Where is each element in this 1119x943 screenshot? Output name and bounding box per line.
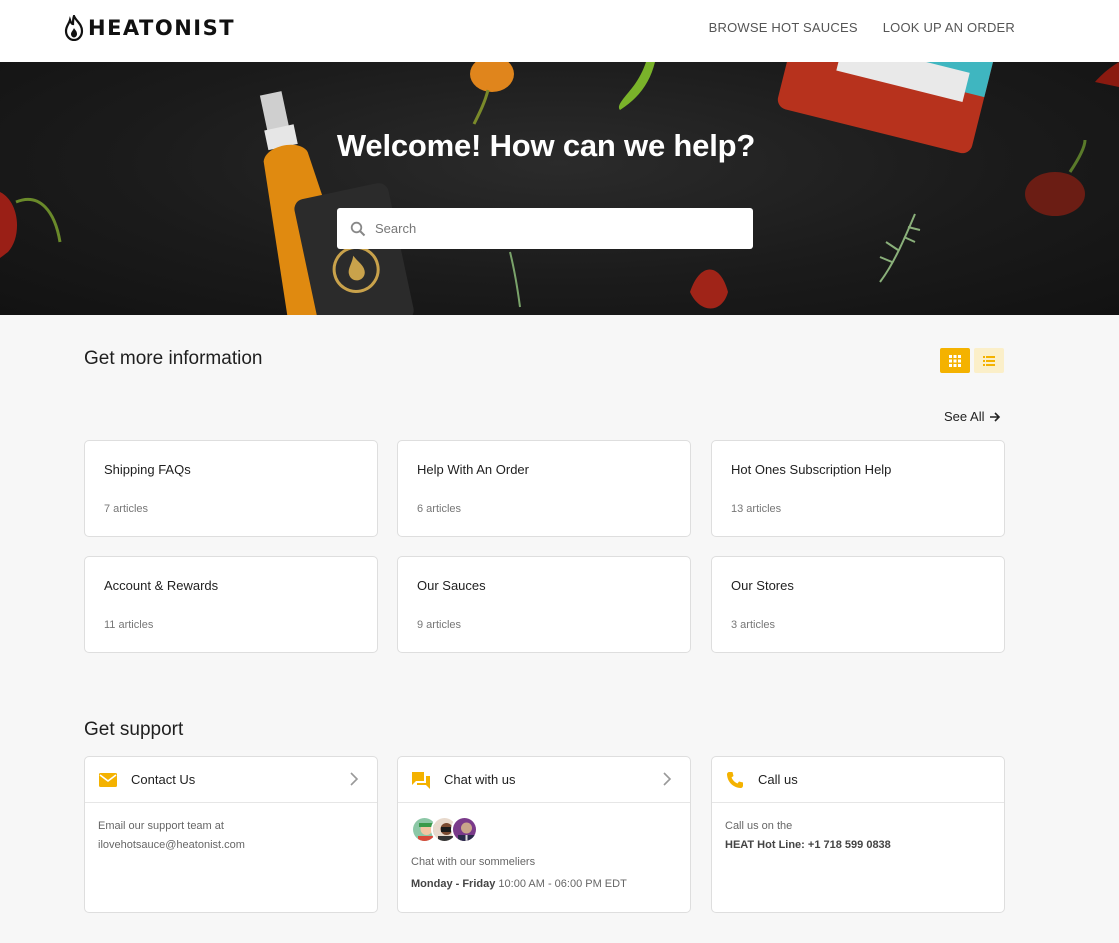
contact-us-header[interactable]: Contact Us	[85, 757, 377, 803]
chat-hours: Monday - Friday 10:00 AM - 06:00 PM EDT	[411, 875, 677, 894]
hero-background-image	[0, 62, 1119, 315]
hot-line-label: HEAT Hot Line:	[725, 839, 805, 851]
chat-description: Chat with our sommeliers	[411, 856, 536, 868]
see-all-link[interactable]: See All	[944, 409, 1001, 424]
contact-us-text: Email our support team at	[98, 820, 224, 832]
hot-line: HEAT Hot Line: +1 718 599 0838	[725, 836, 991, 855]
call-us-header[interactable]: Call us	[712, 757, 1004, 803]
category-article-count: 13 articles	[731, 503, 782, 515]
grid-view-button[interactable]	[940, 348, 970, 373]
chat-time-range: 10:00 AM - 06:00 PM EDT	[498, 878, 627, 890]
chat-with-us-title: Chat with us	[444, 772, 516, 787]
category-article-count: 3 articles	[731, 619, 776, 631]
category-title: Hot Ones Subscription Help	[731, 462, 892, 477]
chat-days: Monday - Friday	[411, 878, 496, 890]
chat-with-us-header[interactable]: Chat with us	[398, 757, 690, 803]
hot-line-number[interactable]: +1 718 599 0838	[808, 839, 891, 851]
support-email[interactable]: ilovehotsauce@heatonist.com	[98, 836, 364, 855]
chat-with-us-body: Chat with our sommeliers Monday - Friday…	[398, 803, 690, 894]
category-article-count: 11 articles	[104, 619, 154, 631]
nav-browse-hot-sauces[interactable]: BROWSE HOT SAUCES	[709, 20, 858, 35]
support-section-title: Get support	[84, 719, 184, 740]
logo-wordmark: HEATONIST	[88, 16, 236, 40]
category-card-our-sauces[interactable]: Our Sauces 9 articles	[397, 556, 691, 653]
category-card-help-with-order[interactable]: Help With An Order 6 articles	[397, 440, 691, 537]
search-box[interactable]	[337, 208, 753, 249]
heatonist-logo[interactable]: HEATONIST	[64, 14, 235, 42]
flame-logo-icon	[64, 15, 84, 41]
search-icon	[350, 221, 366, 236]
category-article-count: 6 articles	[417, 503, 462, 515]
arrow-right-icon	[990, 411, 1001, 422]
search-input[interactable]	[375, 221, 735, 236]
see-all-label: See All	[944, 409, 985, 424]
contact-us-card[interactable]: Contact Us Email our support team at ilo…	[84, 756, 378, 913]
list-view-icon	[983, 355, 995, 366]
category-article-count: 7 articles	[104, 503, 149, 515]
view-toggle	[940, 348, 1004, 375]
sommelier-avatars	[411, 816, 677, 843]
info-section-title: Get more information	[84, 348, 263, 369]
chat-icon	[411, 770, 431, 790]
call-us-body: Call us on the HEAT Hot Line: +1 718 599…	[712, 803, 1004, 855]
call-us-card[interactable]: Call us Call us on the HEAT Hot Line: +1…	[711, 756, 1005, 913]
contact-us-title: Contact Us	[131, 772, 196, 787]
category-title: Account & Rewards	[104, 578, 219, 593]
mail-icon	[98, 770, 118, 790]
chevron-right-icon	[350, 772, 359, 786]
phone-icon	[725, 770, 745, 790]
contact-us-body: Email our support team at ilovehotsauce@…	[85, 803, 377, 855]
category-title: Our Stores	[731, 578, 794, 593]
category-card-our-stores[interactable]: Our Stores 3 articles	[711, 556, 1005, 653]
avatar	[451, 816, 478, 843]
hero-banner: Welcome! How can we help?	[0, 62, 1119, 315]
category-card-account-rewards[interactable]: Account & Rewards 11 articles	[84, 556, 378, 653]
call-us-text: Call us on the	[725, 820, 793, 832]
category-title: Our Sauces	[417, 578, 486, 593]
category-title: Help With An Order	[417, 462, 529, 477]
category-article-count: 9 articles	[417, 619, 462, 631]
hero-title: Welcome! How can we help?	[336, 128, 756, 163]
list-view-button[interactable]	[974, 348, 1004, 373]
grid-view-icon	[949, 354, 961, 367]
category-card-shipping-faqs[interactable]: Shipping FAQs 7 articles	[84, 440, 378, 537]
nav-look-up-order[interactable]: LOOK UP AN ORDER	[883, 20, 1015, 35]
top-navigation-bar: HEATONIST BROWSE HOT SAUCES LOOK UP AN O…	[0, 0, 1119, 62]
call-us-title: Call us	[758, 772, 798, 787]
category-title: Shipping FAQs	[104, 462, 191, 477]
chevron-right-icon	[663, 772, 672, 786]
main-nav: BROWSE HOT SAUCES LOOK UP AN ORDER	[709, 20, 1015, 35]
category-card-hot-ones-subscription[interactable]: Hot Ones Subscription Help 13 articles	[711, 440, 1005, 537]
chat-with-us-card[interactable]: Chat with us Chat with our sommeliers Mo…	[397, 756, 691, 913]
